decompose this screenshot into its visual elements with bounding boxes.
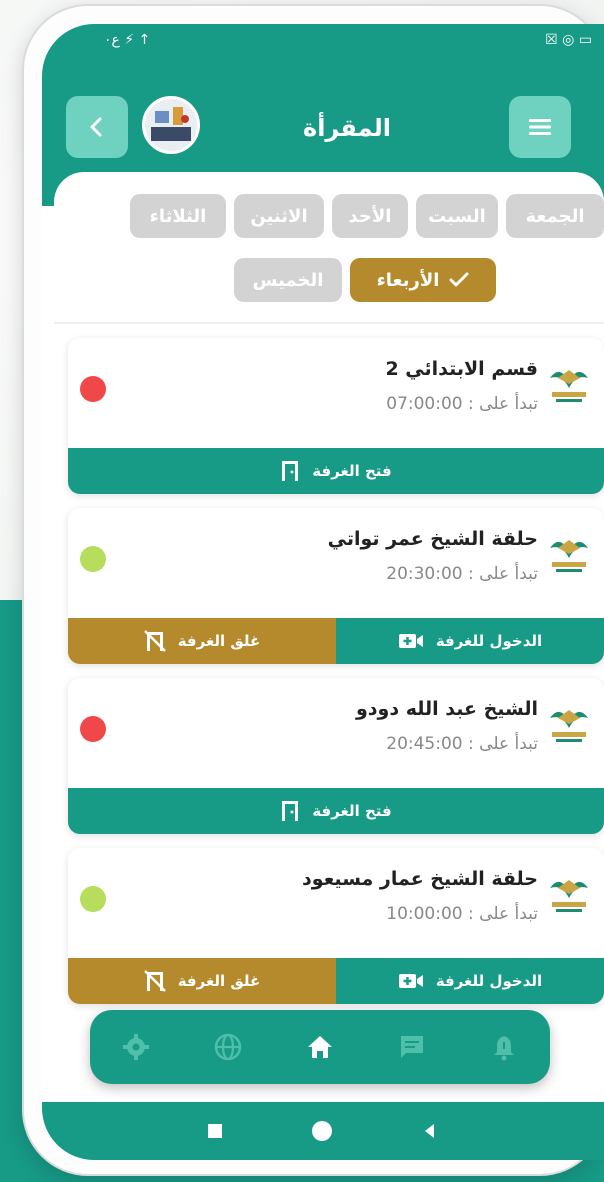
nav-messages[interactable]	[392, 1027, 432, 1067]
enter-room-button[interactable]: الدخول للغرفة	[336, 618, 604, 664]
status-bar: ع٠ ⚡ ↑ ☒ ◎ ▭	[42, 24, 604, 56]
day-row: الأربعاء الخميس	[234, 258, 496, 302]
back-system-icon[interactable]	[422, 1123, 438, 1139]
room-card: حلقة الشيخ عمر تواتي تبدأ على : 20:30:00…	[68, 508, 604, 664]
day-chip-label: الأربعاء	[376, 269, 440, 291]
chat-icon	[401, 1036, 423, 1058]
quran-logo-icon	[550, 710, 588, 742]
room-card-body: حلقة الشيخ عمر تواتي تبدأ على : 20:30:00	[68, 508, 604, 618]
avatar[interactable]	[142, 96, 200, 154]
room-actions: فتح الغرفة	[68, 448, 604, 494]
quran-logo-icon	[550, 370, 588, 402]
day-chip-tuesday[interactable]: الثلاثاء	[130, 194, 226, 238]
day-chip-friday[interactable]: الجمعة	[506, 194, 604, 238]
room-time: تبدأ على : 10:00:00	[386, 904, 538, 924]
room-card-body: قسم الابتدائي 2 تبدأ على : 07:00:00	[68, 338, 604, 448]
bottom-nav	[90, 1010, 550, 1084]
main-content: الجمعة السبت الأحد الاثنين الثلاثاء الأر…	[54, 172, 604, 1042]
recent-apps-button[interactable]	[208, 1124, 222, 1138]
avatar-image	[145, 99, 197, 151]
room-actions: غلق الغرفة الدخول للغرفة	[68, 618, 604, 664]
home-icon	[308, 1036, 332, 1058]
status-right: ☒ ◎ ▭	[545, 32, 592, 48]
close-room-button[interactable]: غلق الغرفة	[68, 958, 336, 1004]
nav-settings[interactable]	[116, 1027, 156, 1067]
status-dot	[80, 886, 106, 912]
check-icon	[449, 272, 469, 287]
room-actions: فتح الغرفة	[68, 788, 604, 834]
day-chip-wednesday[interactable]: الأربعاء	[350, 258, 496, 302]
day-chip-sunday[interactable]: الأحد	[332, 194, 408, 238]
quran-logo-icon	[550, 540, 588, 572]
room-name: الشيخ عبد الله دودو	[355, 698, 538, 720]
back-button[interactable]	[66, 96, 128, 158]
button-label: الدخول للغرفة	[435, 632, 543, 650]
globe-icon	[214, 1033, 242, 1061]
door-closed-icon	[143, 630, 166, 652]
enter-room-button[interactable]: الدخول للغرفة	[336, 958, 604, 1004]
system-nav-bar	[42, 1102, 604, 1160]
day-filter: الجمعة السبت الأحد الاثنين الثلاثاء الأر…	[54, 194, 604, 314]
nav-home[interactable]	[300, 1027, 340, 1067]
room-name: حلقة الشيخ عمار مسيعود	[302, 868, 538, 890]
room-card-body: حلقة الشيخ عمار مسيعود تبدأ على : 10:00:…	[68, 848, 604, 958]
room-card: قسم الابتدائي 2 تبدأ على : 07:00:00 فتح …	[68, 338, 604, 494]
open-room-button[interactable]: فتح الغرفة	[68, 448, 604, 494]
status-dot	[80, 546, 106, 572]
room-time: تبدأ على : 07:00:00	[386, 394, 538, 414]
room-card: حلقة الشيخ عمار مسيعود تبدأ على : 10:00:…	[68, 848, 604, 1004]
button-label: غلق الغرفة	[177, 972, 261, 990]
close-room-button[interactable]: غلق الغرفة	[68, 618, 336, 664]
button-label: فتح الغرفة	[312, 462, 392, 480]
door-closed-icon	[143, 970, 166, 992]
day-chip-saturday[interactable]: السبت	[416, 194, 498, 238]
video-camera-icon	[398, 974, 423, 988]
door-open-icon	[282, 461, 299, 481]
home-system-button[interactable]	[312, 1121, 332, 1141]
room-name: قسم الابتدائي 2	[385, 358, 538, 380]
day-row: الجمعة السبت الأحد الاثنين الثلاثاء	[130, 194, 604, 238]
room-time: تبدأ على : 20:45:00	[386, 734, 538, 754]
room-card: الشيخ عبد الله دودو تبدأ على : 20:45:00 …	[68, 678, 604, 834]
nav-globe[interactable]	[208, 1027, 248, 1067]
quran-logo-icon	[550, 880, 588, 912]
day-chip-thursday[interactable]: الخميس	[234, 258, 342, 302]
status-dot	[80, 376, 106, 402]
status-dot	[80, 716, 106, 742]
door-open-icon	[282, 801, 299, 821]
divider	[54, 322, 604, 324]
page-title: المقرأة	[303, 114, 391, 142]
day-chip-monday[interactable]: الاثنين	[234, 194, 324, 238]
phone-screen: ع٠ ⚡ ↑ ☒ ◎ ▭ المقرأة الجمعة السبت الأحد …	[42, 24, 604, 1160]
button-label: غلق الغرفة	[177, 632, 261, 650]
room-card-body: الشيخ عبد الله دودو تبدأ على : 20:45:00	[68, 678, 604, 788]
button-label: الدخول للغرفة	[435, 972, 543, 990]
bell-icon	[494, 1036, 514, 1061]
status-left: ع٠ ⚡ ↑	[104, 32, 151, 48]
room-time: تبدأ على : 20:30:00	[386, 564, 538, 584]
button-label: فتح الغرفة	[312, 802, 392, 820]
open-room-button[interactable]: فتح الغرفة	[68, 788, 604, 834]
gear-icon	[123, 1034, 149, 1060]
nav-notifications[interactable]	[484, 1027, 524, 1067]
room-actions: غلق الغرفة الدخول للغرفة	[68, 958, 604, 1004]
chevron-left-icon	[90, 117, 102, 137]
hamburger-menu-icon	[529, 119, 551, 135]
video-camera-icon	[398, 634, 423, 648]
room-name: حلقة الشيخ عمر تواتي	[327, 528, 538, 550]
menu-button[interactable]	[509, 96, 571, 158]
